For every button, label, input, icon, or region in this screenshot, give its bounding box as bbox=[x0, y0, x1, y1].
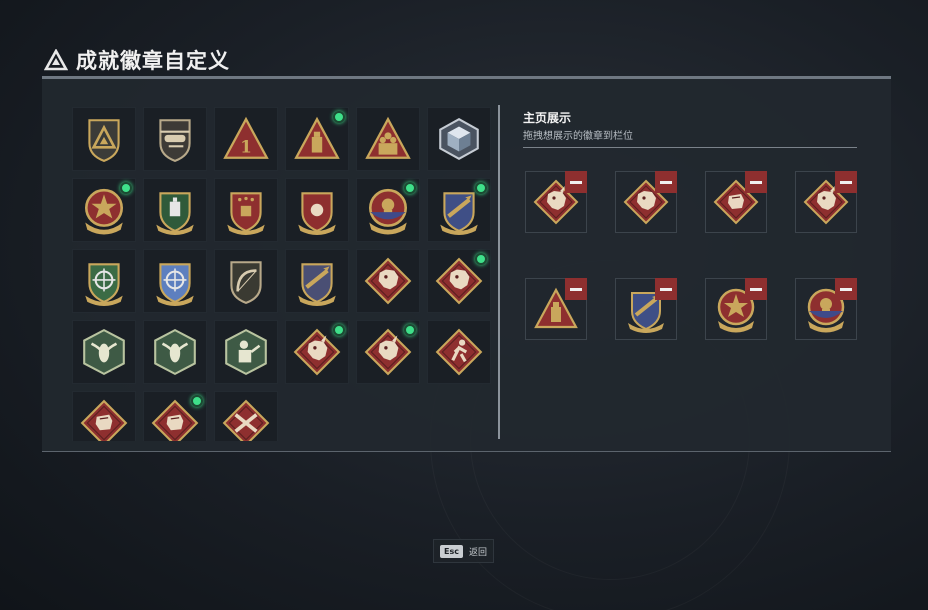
red-shield-fist-medal-badge[interactable] bbox=[285, 178, 349, 242]
soldiers-triangle-badge[interactable] bbox=[356, 107, 420, 171]
gold-missile-shield-badge-icon bbox=[298, 263, 336, 306]
soldiers-triangle-badge-icon bbox=[365, 116, 411, 159]
green-crosshair-shield-badge-icon bbox=[85, 263, 123, 306]
page-header: 成就徽章自定义 bbox=[44, 44, 230, 76]
showcase-slot-ammo-triangle-badge[interactable] bbox=[525, 278, 587, 340]
back-label: 返回 bbox=[468, 547, 487, 558]
new-badge-dot bbox=[333, 111, 345, 123]
page-title: 成就徽章自定义 bbox=[76, 49, 230, 73]
new-badge-dot bbox=[475, 253, 487, 265]
new-badge-dot bbox=[404, 324, 416, 336]
minus-icon bbox=[660, 180, 672, 184]
fist-diamond-badge[interactable] bbox=[72, 391, 136, 441]
new-badge-dot bbox=[404, 182, 416, 194]
showcase-slot-fist-diamond-badge[interactable] bbox=[705, 171, 767, 233]
triangle-shield-badge[interactable] bbox=[72, 107, 136, 171]
runner-diamond-badge[interactable] bbox=[427, 320, 491, 384]
wolf-diamond-badge[interactable] bbox=[356, 249, 420, 313]
showcase-slot-skull-roundel-medal-badge[interactable] bbox=[795, 278, 857, 340]
remove-slot-button[interactable] bbox=[835, 171, 857, 193]
red-shield-fist-medal-badge-icon bbox=[298, 192, 336, 235]
ammo-triangle-badge[interactable] bbox=[285, 107, 349, 171]
hornet-hexagon-badge-2[interactable] bbox=[143, 320, 207, 384]
runner-diamond-badge-icon bbox=[435, 328, 483, 376]
soldier-hexagon-badge-icon bbox=[225, 328, 267, 376]
blue-crosshair-shield-badge[interactable] bbox=[143, 249, 207, 313]
minus-icon bbox=[570, 180, 582, 184]
minus-icon bbox=[840, 287, 852, 291]
crystal-cube-badge[interactable] bbox=[427, 107, 491, 171]
new-badge-dot bbox=[120, 182, 132, 194]
showcase-slot-missile-shield-medal-badge[interactable] bbox=[615, 278, 677, 340]
crossed-rifles-diamond-badge[interactable] bbox=[214, 391, 278, 441]
esc-key-icon: Esc bbox=[440, 544, 463, 558]
badge-collection: 1 bbox=[72, 107, 492, 441]
number-one-triangle-badge-icon: 1 bbox=[223, 116, 269, 159]
crystal-cube-badge-icon bbox=[439, 118, 479, 160]
crossed-rifles-diamond-badge-icon bbox=[222, 399, 270, 441]
fist-diamond-badge-2[interactable] bbox=[143, 391, 207, 441]
showcase-slot-dragon-diamond-badge[interactable] bbox=[795, 171, 857, 233]
red-shield-stars-medal-badge[interactable] bbox=[214, 178, 278, 242]
helicopter-shield-badge[interactable] bbox=[143, 107, 207, 171]
remove-slot-button[interactable] bbox=[745, 171, 767, 193]
remove-slot-button[interactable] bbox=[745, 278, 767, 300]
green-shield-medal-badge[interactable] bbox=[143, 178, 207, 242]
svg-text:1: 1 bbox=[240, 137, 252, 157]
new-badge-dot bbox=[333, 324, 345, 336]
remove-slot-button[interactable] bbox=[655, 278, 677, 300]
blue-crosshair-shield-badge-icon bbox=[156, 263, 194, 306]
gold-missile-shield-badge[interactable] bbox=[285, 249, 349, 313]
wolf-diamond-badge-icon bbox=[364, 257, 412, 305]
remove-slot-button[interactable] bbox=[835, 278, 857, 300]
hornet-hexagon-badge-2-icon bbox=[154, 328, 196, 376]
showcase-slot-dragon-diamond-badge[interactable] bbox=[525, 171, 587, 233]
minus-icon bbox=[660, 287, 672, 291]
red-shield-stars-medal-badge-icon bbox=[227, 192, 265, 235]
remove-slot-button[interactable] bbox=[655, 171, 677, 193]
showcase-slot-red-star-medal-badge[interactable] bbox=[705, 278, 767, 340]
missile-shield-medal-badge[interactable] bbox=[427, 178, 491, 242]
green-crosshair-shield-badge[interactable] bbox=[72, 249, 136, 313]
minus-icon bbox=[750, 287, 762, 291]
red-star-medal-badge[interactable] bbox=[72, 178, 136, 242]
number-one-triangle-badge[interactable]: 1 bbox=[214, 107, 278, 171]
new-badge-dot bbox=[191, 395, 203, 407]
hornet-hexagon-badge[interactable] bbox=[72, 320, 136, 384]
dragon-diamond-badge-2[interactable] bbox=[356, 320, 420, 384]
back-button[interactable]: Esc 返回 bbox=[433, 539, 494, 563]
bow-shield-badge[interactable] bbox=[214, 249, 278, 313]
warning-triangle-icon bbox=[44, 49, 68, 71]
helicopter-shield-badge-icon bbox=[159, 119, 191, 162]
fist-diamond-badge-icon bbox=[80, 399, 128, 441]
green-shield-medal-badge-icon bbox=[156, 192, 194, 235]
badge-customization-panel: 1 主页展示 拖拽想展示的徽章到栏位 bbox=[42, 76, 891, 452]
bow-shield-badge-icon bbox=[230, 261, 262, 304]
showcase-underline bbox=[523, 147, 857, 148]
remove-slot-button[interactable] bbox=[565, 171, 587, 193]
minus-icon bbox=[840, 180, 852, 184]
minus-icon bbox=[750, 180, 762, 184]
dragon-diamond-badge[interactable] bbox=[285, 320, 349, 384]
soldier-hexagon-badge[interactable] bbox=[214, 320, 278, 384]
remove-slot-button[interactable] bbox=[565, 278, 587, 300]
hornet-hexagon-badge-icon bbox=[83, 328, 125, 376]
wolf-diamond-badge-2[interactable] bbox=[427, 249, 491, 313]
showcase-slot-wolf-diamond-badge[interactable] bbox=[615, 171, 677, 233]
panel-divider bbox=[498, 105, 500, 439]
new-badge-dot bbox=[475, 182, 487, 194]
triangle-shield-badge-icon bbox=[88, 119, 120, 162]
minus-icon bbox=[570, 287, 582, 291]
skull-roundel-medal-badge[interactable] bbox=[356, 178, 420, 242]
showcase-subtitle: 拖拽想展示的徽章到栏位 bbox=[523, 131, 633, 142]
badge-grid: 1 bbox=[72, 107, 492, 441]
showcase-title: 主页展示 bbox=[523, 111, 572, 125]
